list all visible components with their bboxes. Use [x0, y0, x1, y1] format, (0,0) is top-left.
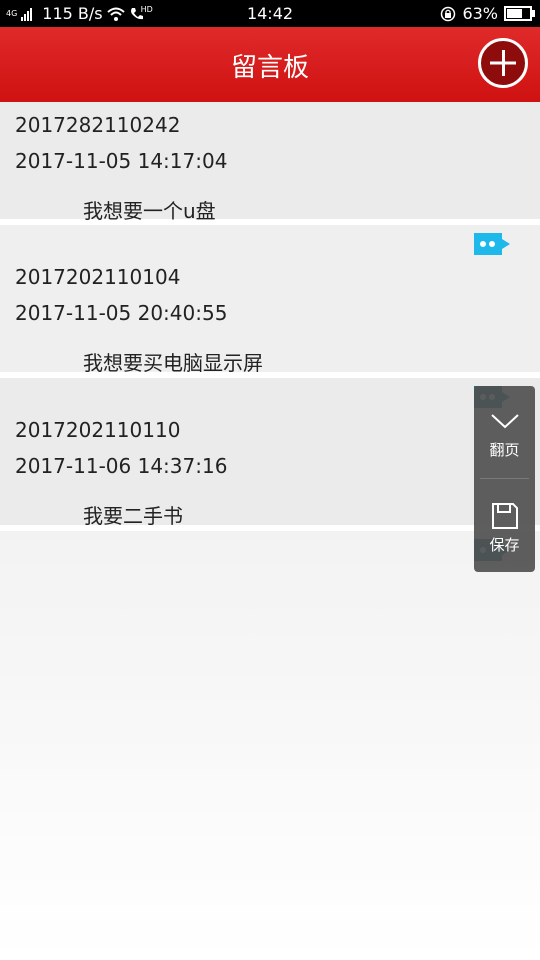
message-user-id: 2017202110104 [15, 265, 181, 289]
rotation-lock-icon [441, 6, 456, 21]
floating-action-panel: 翻页 保存 [474, 386, 535, 572]
message-user-id: 2017282110242 [15, 113, 181, 137]
message-list: 2017282110242 2017-11-05 14:17:04 我想要一个u… [0, 102, 540, 531]
panel-divider [480, 478, 529, 479]
page-turn-label: 翻页 [489, 441, 520, 459]
message-content: 我想要买电脑显示屏 [83, 351, 263, 375]
message-item[interactable]: 2017202110110 2017-11-06 14:37:16 我要二手书 [0, 378, 540, 531]
chevron-down-icon [491, 414, 519, 429]
status-bar: 4G 115 B/s HD 14:42 63% [0, 0, 540, 27]
message-timestamp: 2017-11-05 20:40:55 [15, 301, 228, 325]
save-icon [492, 503, 518, 529]
page-title: 留言板 [230, 53, 309, 83]
plus-icon [490, 50, 516, 76]
message-item[interactable]: 2017282110242 2017-11-05 14:17:04 我想要一个u… [0, 102, 540, 225]
save-label: 保存 [489, 536, 520, 554]
message-item[interactable]: 2017202110104 2017-11-05 20:40:55 我想要买电脑… [0, 225, 540, 378]
chat-bubble-icon[interactable] [474, 233, 510, 255]
message-content: 我想要一个u盘 [83, 199, 216, 223]
add-message-button[interactable] [478, 38, 528, 88]
message-content: 我要二手书 [83, 504, 183, 528]
message-user-id: 2017202110110 [15, 418, 181, 442]
app-header: 留言板 [0, 27, 540, 102]
battery-percent: 63% [462, 4, 498, 23]
message-timestamp: 2017-11-06 14:37:16 [15, 454, 228, 478]
battery-icon [504, 6, 535, 21]
page-turn-button[interactable]: 翻页 [474, 386, 535, 476]
save-button[interactable]: 保存 [474, 482, 535, 572]
message-timestamp: 2017-11-05 14:17:04 [15, 149, 228, 173]
